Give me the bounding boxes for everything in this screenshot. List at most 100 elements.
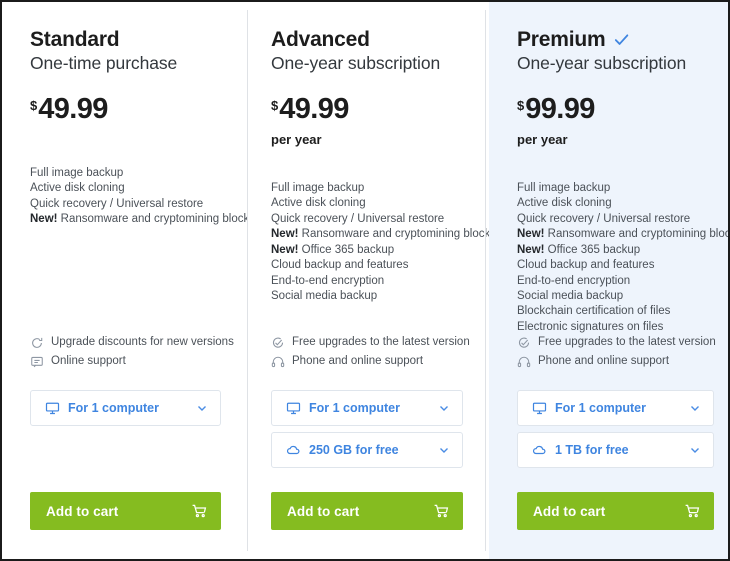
cloud-icon	[286, 443, 301, 458]
selector-label: For 1 computer	[309, 401, 400, 415]
plan-card-premium: Premium One-year subscription $ 99.99 pe…	[489, 2, 728, 559]
computer-count-selector[interactable]: For 1 computer	[30, 390, 221, 426]
feature-item: New! Ransomware and cryptomining blocker	[517, 227, 728, 242]
selector-label: 250 GB for free	[309, 443, 399, 457]
price-amount: 49.99	[38, 92, 108, 125]
support-item: Phone and online support	[271, 354, 485, 369]
feature-list: Full image backup Active disk cloning Qu…	[517, 181, 728, 335]
feature-text: Ransomware and cryptomining blocker	[60, 213, 260, 226]
feature-item: Active disk cloning	[30, 181, 221, 196]
plan-price: $ 49.99	[30, 92, 221, 125]
cart-area: Add to cart	[247, 492, 485, 530]
chevron-down-icon	[689, 402, 701, 414]
add-to-cart-label: Add to cart	[287, 503, 360, 519]
selector-label: For 1 computer	[68, 401, 159, 415]
feature-item: Blockchain certification of files	[517, 304, 714, 319]
desktop-icon	[286, 401, 301, 416]
feature-item: End-to-end encryption	[271, 274, 463, 289]
feature-text: Quick recovery / Universal restore	[517, 212, 691, 225]
chevron-down-icon	[438, 444, 450, 456]
feature-text: Ransomware and cryptomining blocker	[547, 228, 730, 241]
chevron-down-icon	[196, 402, 208, 414]
feature-text: Cloud backup and features	[517, 259, 655, 272]
support-item: Upgrade discounts for new versions	[30, 335, 247, 350]
feature-item: Quick recovery / Universal restore	[30, 197, 221, 212]
cart-area: Add to cart	[2, 492, 247, 530]
add-to-cart-label: Add to cart	[46, 503, 119, 519]
cloud-storage-selector[interactable]: 1 TB for free	[517, 432, 714, 468]
cloud-storage-selector[interactable]: 250 GB for free	[271, 432, 463, 468]
column-divider	[247, 10, 248, 551]
feature-text: Quick recovery / Universal restore	[30, 197, 204, 210]
currency-symbol: $	[271, 97, 279, 113]
plan-card-advanced: Advanced One-year subscription $ 49.99 p…	[247, 2, 500, 559]
cart-area: Add to cart	[489, 492, 728, 530]
chat-bubble-icon	[30, 355, 44, 369]
support-text: Upgrade discounts for new versions	[51, 336, 234, 348]
refresh-icon	[30, 336, 44, 350]
plan-title: Standard	[30, 28, 120, 51]
support-text: Free upgrades to the latest version	[292, 336, 470, 348]
feature-item: Social media backup	[517, 289, 714, 304]
feature-item: Full image backup	[517, 181, 714, 196]
support-list: Upgrade discounts for new versions Onlin…	[2, 335, 247, 373]
add-to-cart-button[interactable]: Add to cart	[30, 492, 221, 530]
add-to-cart-button[interactable]: Add to cart	[271, 492, 463, 530]
check-refresh-icon	[517, 336, 531, 350]
support-text: Phone and online support	[538, 355, 670, 367]
plan-title: Advanced	[271, 28, 370, 51]
feature-item: New! Ransomware and cryptomining blocker	[30, 212, 259, 227]
support-list: Free upgrades to the latest version Phon…	[489, 335, 728, 373]
feature-item: End-to-end encryption	[517, 274, 714, 289]
feature-item: Full image backup	[30, 166, 221, 181]
support-text: Free upgrades to the latest version	[538, 336, 716, 348]
plan-subtitle: One-year subscription	[271, 52, 441, 73]
plan-price: $ 99.99	[517, 92, 714, 125]
support-list: Free upgrades to the latest version Phon…	[247, 335, 485, 373]
plan-heading-advanced: Advanced	[271, 28, 463, 52]
feature-text: Social media backup	[271, 289, 378, 302]
check-refresh-icon	[271, 336, 285, 350]
feature-item: Quick recovery / Universal restore	[517, 212, 714, 227]
feature-text: Electronic signatures on files	[517, 320, 664, 333]
feature-list: Full image backup Active disk cloning Qu…	[30, 166, 259, 228]
shopping-cart-icon	[433, 503, 449, 519]
feature-text: Full image backup	[271, 182, 365, 195]
feature-text: Full image backup	[30, 167, 124, 180]
feature-item: New! Office 365 backup	[517, 243, 714, 258]
headset-icon	[517, 355, 531, 369]
feature-item: New! Office 365 backup	[271, 243, 463, 258]
support-item: Free upgrades to the latest version	[517, 335, 728, 350]
add-to-cart-button[interactable]: Add to cart	[517, 492, 714, 530]
currency-symbol: $	[517, 97, 525, 113]
check-icon	[613, 31, 630, 48]
feature-text: Cloud backup and features	[271, 259, 409, 272]
feature-text: Office 365 backup	[547, 243, 641, 256]
shopping-cart-icon	[684, 503, 700, 519]
feature-item: Active disk cloning	[271, 196, 463, 211]
plan-card-standard: Standard One-time purchase $ 49.99 Full …	[2, 2, 259, 559]
plan-subtitle: One-time purchase	[30, 52, 178, 73]
plan-heading-standard: Standard	[30, 28, 221, 52]
feature-item: Active disk cloning	[517, 196, 714, 211]
feature-text: End-to-end encryption	[271, 274, 385, 287]
feature-text: Ransomware and cryptomining blocker	[301, 228, 501, 241]
feature-badge: New!	[517, 243, 548, 256]
support-item: Online support	[30, 354, 247, 369]
computer-count-selector[interactable]: For 1 computer	[271, 390, 463, 426]
selector-label: 1 TB for free	[555, 443, 629, 457]
chevron-down-icon	[438, 402, 450, 414]
feature-item: Electronic signatures on files	[517, 320, 714, 335]
price-amount: 49.99	[279, 92, 349, 125]
feature-badge: New!	[271, 228, 302, 241]
plan-heading-premium: Premium	[517, 28, 714, 52]
feature-text: Quick recovery / Universal restore	[271, 212, 445, 225]
support-item: Phone and online support	[517, 354, 728, 369]
feature-badge: New!	[517, 228, 548, 241]
price-amount: 99.99	[525, 92, 595, 125]
add-to-cart-label: Add to cart	[533, 503, 606, 519]
feature-item: New! Ransomware and cryptomining blocker	[271, 227, 500, 242]
computer-count-selector[interactable]: For 1 computer	[517, 390, 714, 426]
plan-subtitle: One-year subscription	[517, 52, 687, 73]
selector-label: For 1 computer	[555, 401, 646, 415]
